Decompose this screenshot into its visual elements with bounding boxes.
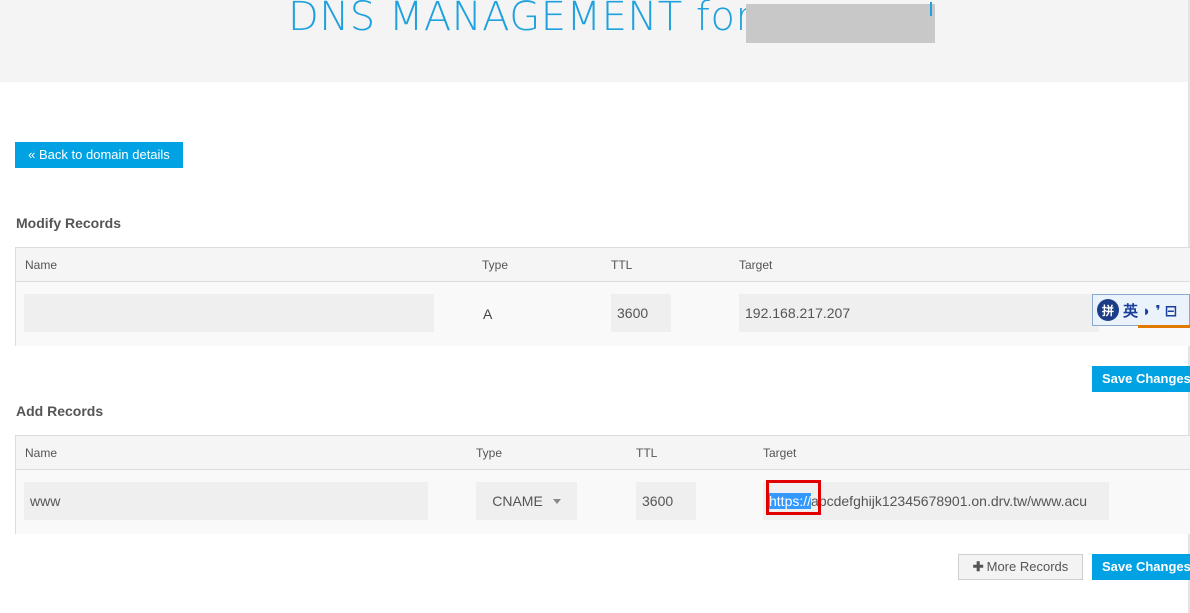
column-header-ttl: TTL — [636, 446, 658, 460]
more-records-label: More Records — [986, 559, 1069, 574]
column-header-target: Target — [763, 446, 797, 460]
redacted-domain — [746, 4, 935, 43]
target-text: abcdefghijk12345678901.on.drv.tw/www.acu — [811, 493, 1088, 509]
ime-status-text: 英 ◗ ❜ ⊟ — [1123, 302, 1178, 320]
record-name-input[interactable] — [24, 294, 434, 332]
new-record-name-input[interactable]: www — [24, 482, 428, 520]
column-header-name: Name — [25, 258, 58, 272]
more-records-button[interactable]: ✚ More Records — [958, 554, 1083, 580]
ime-logo-icon: 拼 — [1097, 299, 1119, 321]
table-header: Name Type TTL Target — [16, 436, 1190, 470]
record-ttl-input[interactable]: 3600 — [611, 294, 671, 332]
page-title: DNS MANAGEMENT for a — [288, 0, 791, 40]
column-header-type: Type — [476, 446, 503, 460]
new-record-type-select[interactable]: CNAME — [476, 482, 577, 520]
save-new-records-button[interactable]: Save Changes — [1092, 554, 1190, 580]
add-records-heading: Add Records — [16, 403, 104, 419]
save-changes-button[interactable]: Save Changes — [1092, 366, 1190, 392]
title-fragment — [930, 2, 932, 16]
annotation-highlight-box — [766, 480, 821, 515]
record-target-input[interactable]: 192.168.217.207 — [739, 294, 1099, 332]
plus-icon: ✚ — [972, 559, 984, 574]
ime-underline — [1138, 325, 1190, 328]
column-header-ttl: TTL — [611, 258, 633, 272]
column-header-name: Name — [25, 446, 58, 460]
record-type-value: A — [483, 306, 493, 322]
modify-records-table: Name Type TTL Target A 3600 192.168.217.… — [15, 247, 1190, 346]
column-header-type: Type — [482, 258, 509, 272]
add-records-table: Name Type TTL Target www CNAME 3600 http… — [15, 435, 1190, 534]
back-to-domain-button[interactable]: « Back to domain details — [15, 142, 183, 168]
modify-records-heading: Modify Records — [16, 215, 122, 231]
table-header: Name Type TTL Target — [16, 248, 1190, 282]
new-record-ttl-input[interactable]: 3600 — [636, 482, 696, 520]
table-row: www CNAME 3600 https://abcdefghijk123456… — [16, 470, 1190, 534]
chevron-down-icon — [552, 498, 561, 504]
type-select-value: CNAME — [492, 493, 543, 509]
column-header-target: Target — [739, 258, 773, 272]
ime-toolbar[interactable]: 拼 英 ◗ ❜ ⊟ — [1092, 294, 1190, 326]
table-row: A 3600 192.168.217.207 — [16, 282, 1190, 346]
